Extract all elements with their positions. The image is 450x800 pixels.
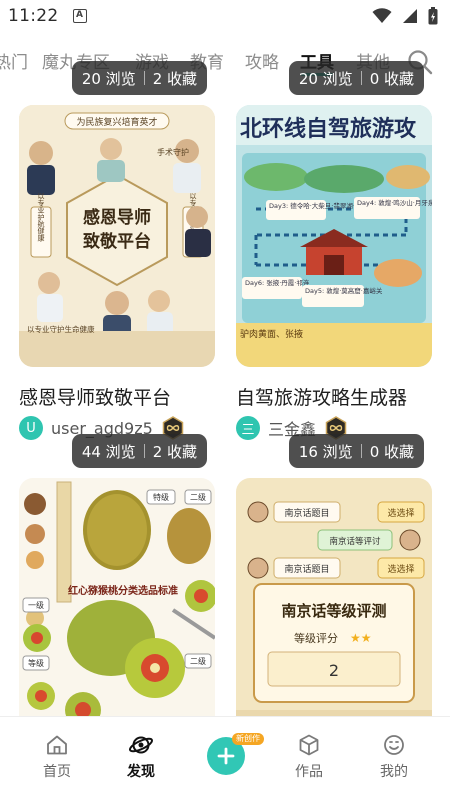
avatar[interactable]: 三 [236, 416, 260, 440]
tab-hot[interactable]: 热门 [0, 48, 28, 73]
thumb-heading: 红心猕猴桃分类选品标准 [68, 584, 178, 597]
view-count: 20 浏览 [298, 69, 353, 88]
nav-works-label: 作品 [295, 764, 323, 780]
thumb-chat-2: 南京话等评讨 [329, 536, 381, 547]
status-time: 11:22 [8, 6, 59, 26]
thumb-rating-label: 等级评分 [294, 631, 338, 645]
card-thumbnail[interactable]: 特级 二级 红心猕猴桃分类选品标准 一级 二级 等级 [19, 478, 215, 740]
card-stats: 44 浏览 2 收藏 [71, 434, 207, 468]
nav-works[interactable]: 作品 [279, 733, 339, 781]
card-thumbnail[interactable]: 南京话题目 选选择 南京话等评讨 南京话题目 选选择 南京话等级评测 等级评分 … [236, 478, 432, 740]
home-icon [47, 735, 67, 755]
thumb-btn-1: 选选择 [387, 507, 414, 519]
thumb-mid-label: 手术守护 [157, 147, 189, 157]
thumb-chat-3: 南京话题目 [284, 563, 329, 575]
card-stats: 20 浏览 2 收藏 [71, 61, 207, 95]
thumb-grade-mid: 二级 [190, 656, 206, 666]
planet-icon [128, 736, 154, 754]
thumb-footer: 以专业守护生命健康 [27, 324, 95, 334]
thumb-score: 2 [329, 661, 339, 680]
card-stats: 16 浏览 0 收藏 [288, 434, 424, 468]
tab-guides[interactable]: 攻略 [245, 48, 279, 73]
wifi-icon [372, 8, 392, 23]
thumb-btn-2: 选选择 [387, 563, 414, 575]
create-badge: 新创作 [232, 733, 264, 745]
thumb-grade-two: 二级 [190, 492, 206, 502]
smile-face-icon [384, 735, 404, 755]
thumb-day6: Day6: 张掖·丹霞·祁连 [245, 278, 310, 287]
card-title[interactable]: 感恩导师致敬平台 [19, 383, 171, 410]
nav-home[interactable]: 首页 [27, 733, 87, 781]
nav-profile-label: 我的 [380, 764, 408, 780]
view-count: 16 浏览 [298, 442, 353, 461]
nav-discover[interactable]: 发现 [111, 733, 171, 781]
nav-home-label: 首页 [43, 764, 71, 780]
cube-icon [299, 734, 319, 756]
card-stats: 20 浏览 0 收藏 [288, 61, 424, 95]
card-thumbnail[interactable]: 为民族复兴培育英才 手术守护 感恩导师致敬平台 以专业护航健康 以专业守护生命 … [19, 105, 215, 367]
stat-divider [360, 71, 362, 85]
thumb-rating-stars: ★★ [350, 631, 372, 645]
nav-discover-label: 发现 [127, 764, 155, 780]
bottom-navigation: 首页 发现 新创作 作品 我的 [0, 716, 450, 800]
thumb-heading: 北环线自驾旅游攻 [240, 116, 417, 142]
avatar[interactable]: U [19, 416, 43, 440]
thumb-banner: 为民族复兴培育英才 [76, 116, 157, 128]
thumb-day4: Day4: 敦煌·鸣沙山·月牙泉 [357, 198, 432, 207]
favorite-count: 2 收藏 [152, 69, 197, 88]
thumb-grade-one: 一级 [28, 600, 44, 610]
plus-icon [217, 747, 235, 765]
thumb-day5: Day5: 敦煌·莫高窟·嘉峪关 [305, 286, 383, 295]
stat-divider [360, 444, 362, 458]
view-count: 20 浏览 [81, 69, 136, 88]
thumb-heading: 南京话等级评测 [281, 602, 386, 620]
favorite-count: 0 收藏 [369, 69, 414, 88]
thumb-chat-1: 南京话题目 [284, 507, 329, 519]
favorite-count: 2 收藏 [152, 442, 197, 461]
battery-icon [428, 7, 438, 25]
thumb-grade-low: 等级 [28, 658, 44, 668]
favorite-count: 0 收藏 [369, 442, 414, 461]
nav-profile[interactable]: 我的 [364, 733, 424, 781]
signal-icon [403, 9, 417, 23]
thumb-day3: Day3: 德令哈·大柴旦·翡翠湖·敦煌 [269, 201, 368, 210]
thumb-left-label: 以专业护航健康 [37, 193, 45, 242]
card-thumbnail[interactable]: 北环线自驾旅游攻 Day3: 德令哈·大柴旦·翡翠湖·敦煌 Day4: 敦煌·鸣… [236, 105, 432, 367]
view-count: 44 浏览 [81, 442, 136, 461]
thumb-footer: 驴肉黄面、张掖 [240, 328, 303, 340]
stat-divider [143, 71, 145, 85]
stat-divider [143, 444, 145, 458]
card-title[interactable]: 自驾旅游攻略生成器 [236, 383, 407, 410]
notification-icon: A [72, 9, 87, 23]
status-bar: 11:22 A [0, 0, 450, 32]
thumb-grade-top: 特级 [153, 492, 169, 502]
